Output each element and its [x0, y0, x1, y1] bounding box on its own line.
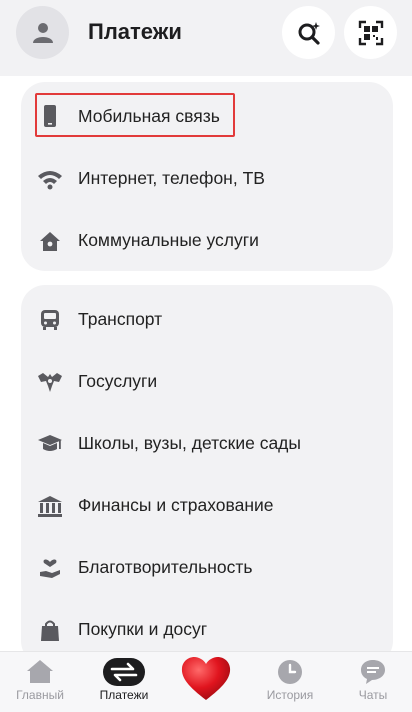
qr-scan-button[interactable]	[344, 6, 397, 59]
category-gosuslugi[interactable]: Госуслуги	[21, 350, 393, 412]
bottom-tab-bar: Главный Платежи История Чаты	[0, 651, 412, 712]
category-label: Финансы и страхование	[78, 495, 274, 515]
shopping-bag-icon	[37, 617, 63, 643]
tab-payments[interactable]: Платежи	[84, 652, 164, 712]
home-tab-icon	[25, 658, 55, 689]
qr-scan-icon	[358, 20, 383, 45]
category-internet[interactable]: Интернет, телефон, ТВ	[21, 147, 393, 209]
category-utilities[interactable]: Коммунальные услуги	[21, 209, 393, 271]
payment-group-2: Транспорт Госуслуги Школы, вузы, детские…	[21, 285, 393, 665]
bank-icon	[37, 493, 63, 519]
home-icon	[37, 228, 63, 254]
tab-chats[interactable]: Чаты	[333, 652, 412, 712]
clock-icon	[276, 658, 304, 691]
page-title: Платежи	[88, 19, 182, 44]
category-charity[interactable]: Благотворительность	[21, 536, 393, 598]
search-button[interactable]	[282, 6, 335, 59]
bus-icon	[37, 307, 63, 333]
category-education[interactable]: Школы, вузы, детские сады	[21, 412, 393, 474]
tab-home[interactable]: Главный	[0, 652, 80, 712]
tab-history[interactable]: История	[250, 652, 330, 712]
transfer-icon	[103, 658, 145, 691]
graduation-cap-icon	[37, 431, 63, 457]
wifi-icon	[37, 166, 63, 192]
avatar[interactable]	[16, 6, 69, 59]
chat-icon	[359, 658, 387, 691]
category-label: Госуслуги	[78, 371, 158, 391]
category-label: Коммунальные услуги	[78, 230, 259, 250]
category-finance[interactable]: Финансы и страхование	[21, 474, 393, 536]
search-sparkle-icon	[298, 21, 320, 45]
category-label: Покупки и досуг	[78, 619, 208, 639]
category-label: Интернет, телефон, ТВ	[78, 168, 265, 188]
tab-heart[interactable]	[166, 652, 246, 712]
category-transport[interactable]: Транспорт	[21, 288, 393, 350]
heart-icon	[179, 654, 233, 707]
header: Платежи	[0, 0, 412, 76]
eagle-icon	[37, 369, 63, 395]
category-label: Транспорт	[78, 309, 163, 329]
user-icon	[33, 23, 53, 43]
category-label: Школы, вузы, детские сады	[78, 433, 301, 453]
category-label: Благотворительность	[78, 557, 253, 577]
tab-label: Главный	[16, 688, 64, 702]
tab-label: Платежи	[99, 688, 149, 702]
tab-label: История	[266, 688, 314, 702]
highlight-box	[35, 93, 235, 137]
tab-label: Чаты	[358, 688, 388, 702]
charity-icon	[37, 555, 63, 581]
